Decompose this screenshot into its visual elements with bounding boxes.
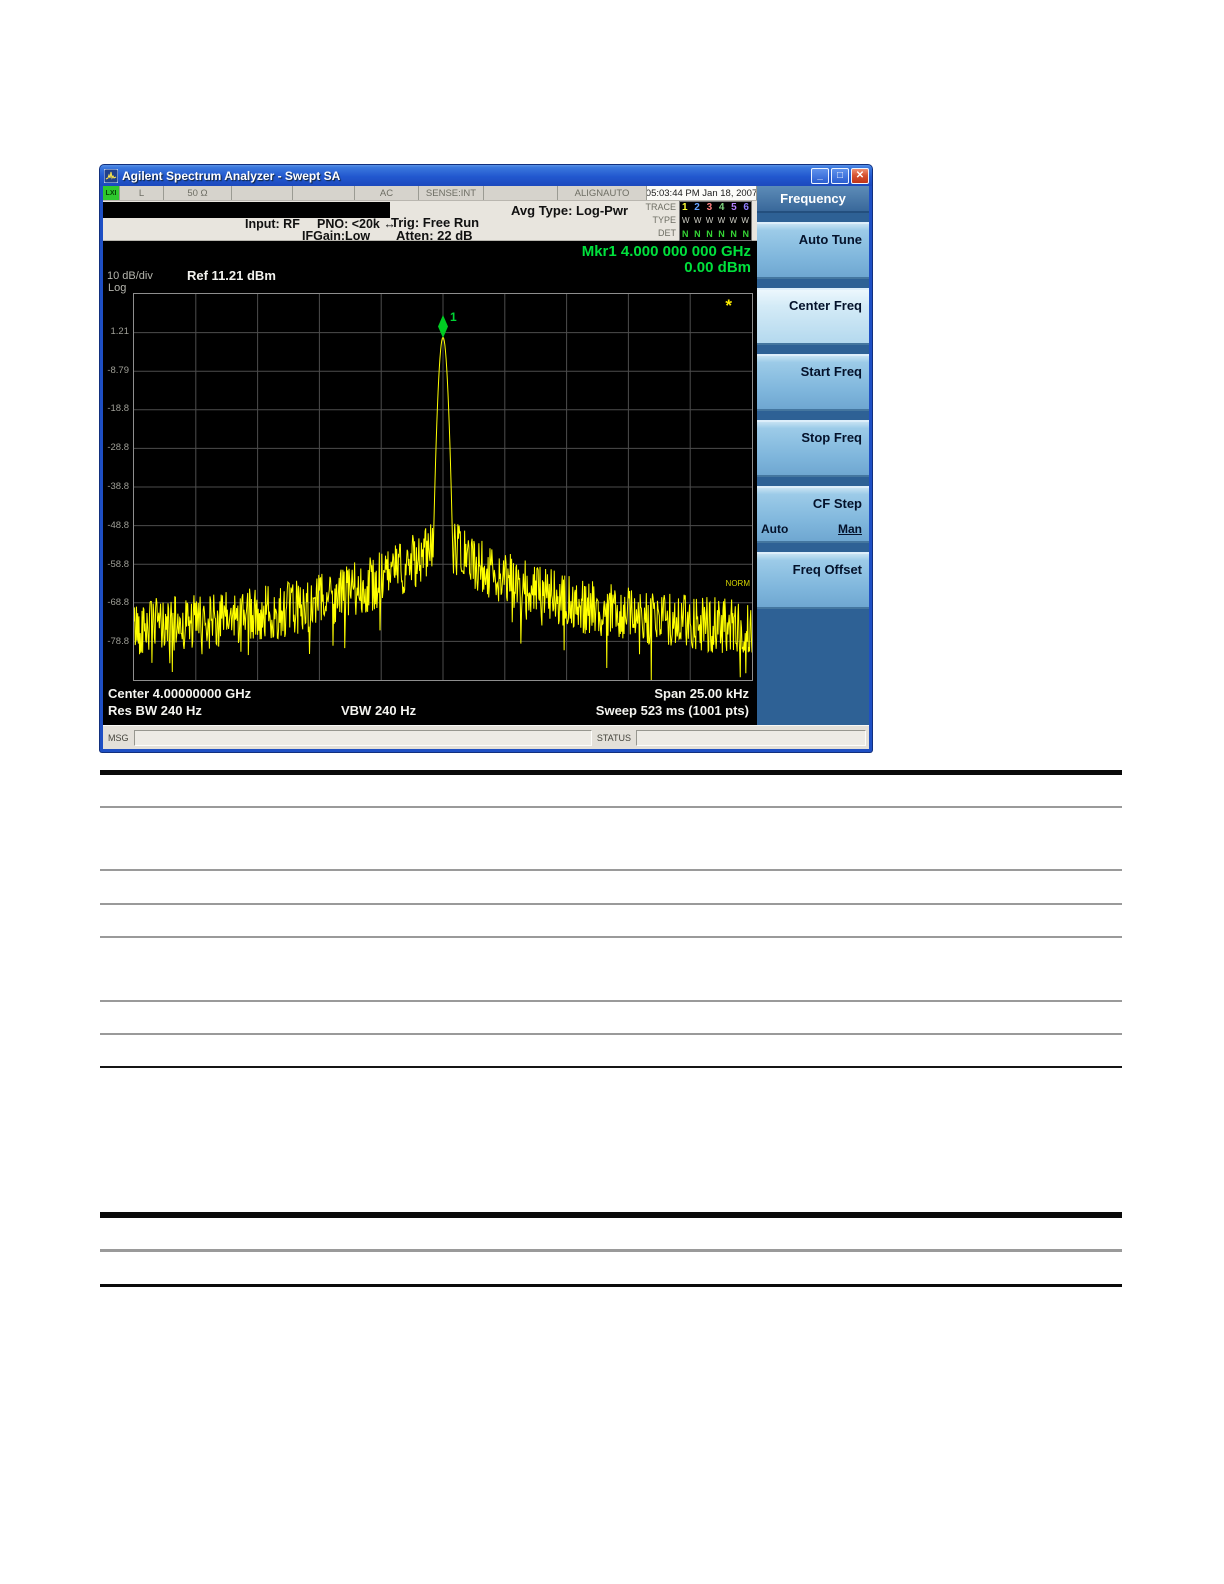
close-button[interactable]: ✕ xyxy=(851,167,869,184)
rule-line xyxy=(100,806,1122,808)
spectrum-display: Mkr1 4.000 000 000 GHz 0.00 dBm 10 dB/di… xyxy=(103,241,757,725)
status-field xyxy=(636,729,866,746)
trace-status-block: TRACE TYPE DET 1 2 3 4 5 6 W W W W W W N… xyxy=(633,201,755,241)
rule-line xyxy=(100,1000,1122,1002)
center-freq-annotation: Center 4.00000000 GHz xyxy=(108,686,252,701)
softkey-auto-tune[interactable]: Auto Tune xyxy=(757,222,869,279)
uncal-star-icon: * xyxy=(725,296,732,315)
instrument-status-row: LXI L 50 Ω AC SENSE:INT ALIGNAUTO 05:03:… xyxy=(103,186,757,201)
trace-label: TRACE xyxy=(645,202,676,212)
minimize-button[interactable]: _ xyxy=(811,167,829,184)
det-label: DET xyxy=(658,228,676,238)
impedance-indicator: 50 Ω xyxy=(164,186,232,200)
marker1-number: 1 xyxy=(450,310,457,324)
rule-line xyxy=(100,1033,1122,1035)
coupling-indicator: AC xyxy=(355,186,419,200)
window-status-bar: MSG STATUS xyxy=(103,725,869,749)
input-setting: Input: RF xyxy=(245,217,300,231)
rule-line xyxy=(100,1066,1122,1068)
app-icon xyxy=(104,168,118,183)
rule-line xyxy=(100,903,1122,905)
softkey-freq-offset[interactable]: Freq Offset xyxy=(757,552,869,609)
title-blackout-bar xyxy=(103,202,390,218)
sweep-annotations: Center 4.00000000 GHz Span 25.00 kHz Res… xyxy=(103,685,757,725)
ref-level-label: Ref 11.21 dBm xyxy=(187,268,276,283)
cf-step-auto-option[interactable]: Auto xyxy=(761,522,788,536)
rule-line xyxy=(100,936,1122,938)
window-title: Agilent Spectrum Analyzer - Swept SA xyxy=(122,168,341,183)
rule-line xyxy=(100,1284,1122,1287)
menu-header-frequency: Frequency xyxy=(757,186,869,213)
marker-readout: Mkr1 4.000 000 000 GHz 0.00 dBm xyxy=(581,243,751,276)
cf-step-man-option[interactable]: Man xyxy=(838,522,862,536)
message-field xyxy=(133,729,592,746)
softkey-stop-freq[interactable]: Stop Freq xyxy=(757,420,869,477)
softkey-cf-step[interactable]: CF Step Auto Man xyxy=(757,486,869,543)
scale-per-div-label: 10 dB/div xyxy=(107,270,153,282)
graticule: * NORM 1 xyxy=(133,293,753,681)
softkey-menu: Frequency Auto Tune Center Freq Start Fr… xyxy=(757,186,869,725)
maximize-button[interactable]: □ xyxy=(831,167,849,184)
rule-line xyxy=(100,1249,1122,1252)
rbw-annotation: Res BW 240 Hz xyxy=(108,703,202,718)
status-label: STATUS xyxy=(596,732,631,743)
norm-indicator: NORM xyxy=(725,579,750,588)
document-page: Agilent Spectrum Analyzer - Swept SA _ □… xyxy=(0,0,1224,1584)
rule-line xyxy=(100,770,1122,775)
span-annotation: Span 25.00 kHz xyxy=(654,686,749,701)
rule-line xyxy=(100,1212,1122,1218)
rule-line xyxy=(100,869,1122,871)
sense-indicator: SENSE:INT xyxy=(419,186,484,200)
status-cell-empty xyxy=(232,186,293,200)
type-label: TYPE xyxy=(652,215,676,225)
softkey-start-freq[interactable]: Start Freq xyxy=(757,354,869,411)
measurement-settings-bar: Input: RF PNO: <20k ↔ IFGain:Low Trig: F… xyxy=(103,201,757,243)
spectrum-trace-svg xyxy=(134,294,752,680)
lxi-indicator: LXI xyxy=(103,186,120,200)
window-titlebar[interactable]: Agilent Spectrum Analyzer - Swept SA _ □… xyxy=(100,165,872,186)
input-indicator: L xyxy=(120,186,164,200)
trace-detectors: NN NN NN xyxy=(682,229,749,239)
status-cell-empty xyxy=(293,186,355,200)
msg-label: MSG xyxy=(108,732,129,743)
align-indicator: ALIGNAUTO xyxy=(558,186,647,200)
window-body: LXI L 50 Ω AC SENSE:INT ALIGNAUTO 05:03:… xyxy=(103,186,869,749)
softkey-center-freq[interactable]: Center Freq xyxy=(757,288,869,345)
sweep-annotation: Sweep 523 ms (1001 pts) xyxy=(595,703,749,718)
avg-type-setting: Avg Type: Log-Pwr xyxy=(511,203,628,218)
status-cell-empty xyxy=(484,186,558,200)
amplitude-axis-labels: 1.21 -8.79 -18.8 -28.8 -38.8 -48.8 -58.8… xyxy=(107,325,129,648)
datetime-display: 05:03:44 PM Jan 18, 2007 xyxy=(647,186,757,200)
trace-types: WW WW WW xyxy=(682,216,749,225)
analyzer-window: Agilent Spectrum Analyzer - Swept SA _ □… xyxy=(100,165,872,752)
trace-numbers: 1 2 3 4 5 6 xyxy=(682,202,749,213)
vbw-annotation: VBW 240 Hz xyxy=(341,703,417,718)
